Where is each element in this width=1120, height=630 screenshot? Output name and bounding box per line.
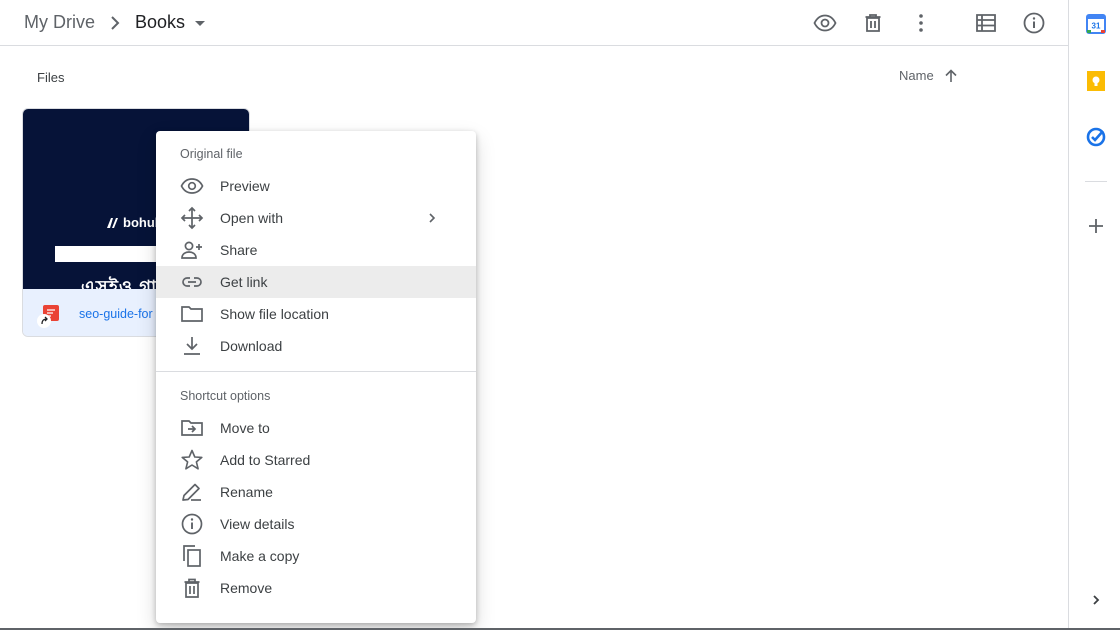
side-panel-rail: 31	[1068, 0, 1120, 630]
menu-item-download[interactable]: Download	[156, 330, 476, 362]
calendar-icon[interactable]: 31	[1085, 13, 1107, 35]
menu-item-open-with[interactable]: Open with	[156, 202, 476, 234]
menu-item-label: Get link	[220, 274, 268, 290]
file-name[interactable]: seo-guide-for	[79, 307, 153, 321]
breadcrumb: My Drive Books	[0, 12, 207, 33]
preview-icon[interactable]	[813, 11, 837, 35]
files-section-label: Files	[37, 70, 65, 85]
menu-item-label: Share	[220, 242, 258, 258]
menu-item-label: View details	[220, 516, 295, 532]
tasks-icon[interactable]	[1085, 126, 1107, 148]
drive-app: My Drive Books Files Name bohubri এসইও গ…	[0, 0, 1120, 630]
menu-item-add-to-starred[interactable]: Add to Starred	[156, 444, 476, 476]
chevron-right-icon[interactable]	[1085, 589, 1107, 611]
move-arrows-icon	[180, 206, 204, 230]
menu-item-move-to[interactable]: Move to	[156, 412, 476, 444]
menu-item-label: Move to	[220, 420, 270, 436]
arrow-up-icon[interactable]	[944, 68, 958, 83]
menu-item-make-a-copy[interactable]: Make a copy	[156, 540, 476, 572]
menu-section-original-file: Original file	[180, 147, 243, 161]
menu-item-preview[interactable]: Preview	[156, 170, 476, 202]
list-view-icon[interactable]	[974, 11, 998, 35]
copy-icon	[180, 544, 204, 568]
move-to-folder-icon	[180, 416, 204, 440]
calendar-date-label: 31	[1092, 22, 1101, 31]
rail-divider	[1085, 181, 1107, 182]
star-icon	[180, 448, 204, 472]
menu-item-label: Preview	[220, 178, 270, 194]
keep-icon[interactable]	[1085, 70, 1107, 92]
brand-logo-icon	[105, 216, 119, 230]
menu-item-share[interactable]: Share	[156, 234, 476, 266]
chevron-right-icon	[109, 15, 121, 30]
menu-item-get-link[interactable]: Get link	[156, 266, 476, 298]
header-actions	[789, 0, 1046, 46]
menu-divider	[156, 371, 476, 372]
menu-item-label: Show file location	[220, 306, 329, 322]
menu-item-view-details[interactable]: View details	[156, 508, 476, 540]
menu-item-rename[interactable]: Rename	[156, 476, 476, 508]
plus-icon[interactable]	[1085, 215, 1107, 237]
header-divider	[949, 11, 950, 35]
pencil-icon	[180, 480, 204, 504]
menu-item-label: Add to Starred	[220, 452, 311, 468]
menu-item-label: Open with	[220, 210, 284, 226]
trash-icon	[180, 576, 204, 600]
context-menu: Original file Preview Open with Share Ge…	[156, 131, 476, 623]
menu-item-label: Rename	[220, 484, 273, 500]
sort-control[interactable]: Name	[899, 68, 958, 83]
caret-down-icon[interactable]	[193, 16, 207, 30]
download-icon	[180, 334, 204, 358]
breadcrumb-root[interactable]: My Drive	[24, 12, 95, 33]
person-add-icon	[180, 238, 204, 262]
menu-item-remove[interactable]: Remove	[156, 572, 476, 604]
menu-item-show-file-location[interactable]: Show file location	[156, 298, 476, 330]
trash-icon[interactable]	[861, 11, 885, 35]
info-icon	[180, 512, 204, 536]
breadcrumb-current[interactable]: Books	[135, 12, 185, 33]
menu-item-label: Download	[220, 338, 283, 354]
link-icon	[180, 270, 204, 294]
shortcut-arrow-icon	[37, 314, 51, 328]
chevron-right-icon	[424, 210, 440, 226]
menu-section-shortcut-options: Shortcut options	[180, 389, 271, 403]
sort-label[interactable]: Name	[899, 68, 934, 83]
menu-item-label: Make a copy	[220, 548, 300, 564]
eye-icon	[180, 174, 204, 198]
info-icon[interactable]	[1022, 11, 1046, 35]
header: My Drive Books	[0, 0, 1068, 46]
menu-item-label: Remove	[220, 580, 273, 596]
more-vert-icon[interactable]	[909, 11, 933, 35]
folder-icon	[180, 302, 204, 326]
